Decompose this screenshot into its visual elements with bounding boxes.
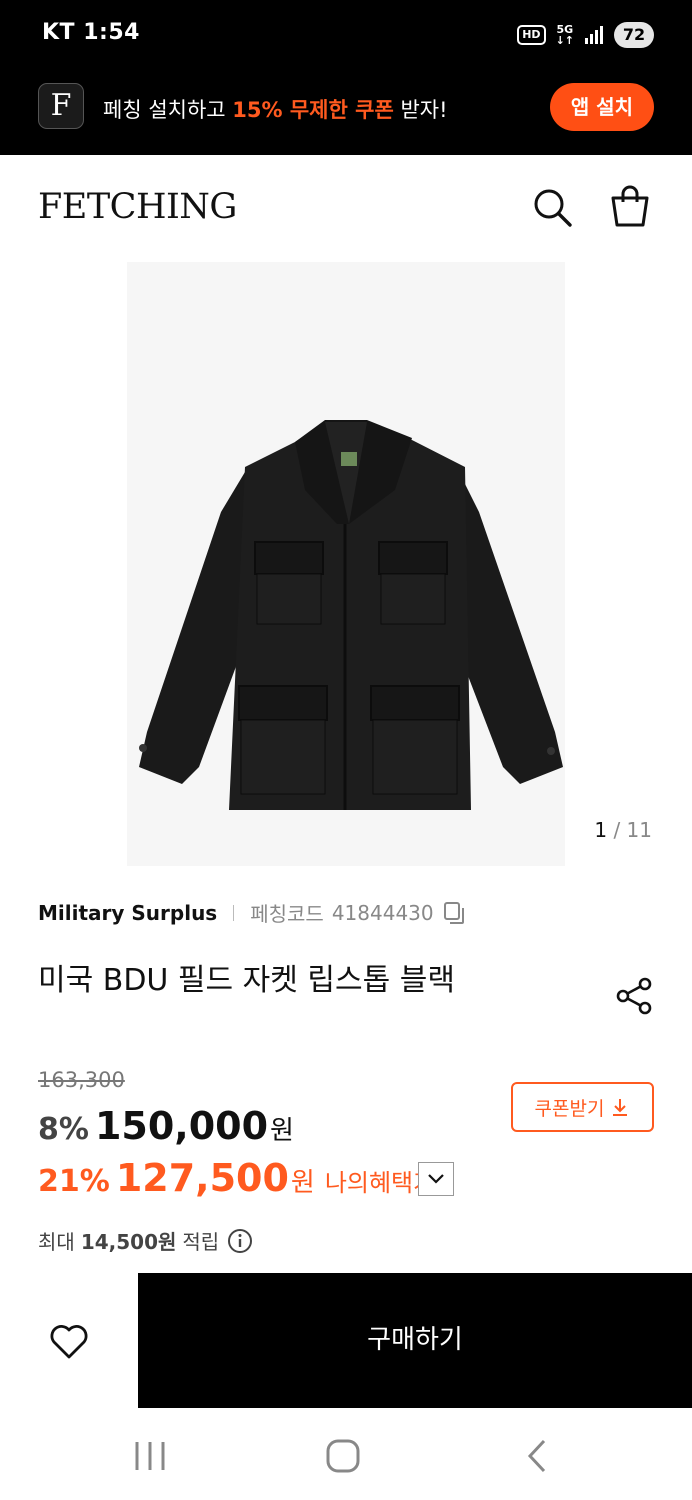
recent-apps-icon <box>135 1442 165 1470</box>
network-label: 5G <box>556 23 574 36</box>
signal-icon <box>585 26 603 44</box>
app-install-banner: F 페칭 설치하고 15% 무제한 쿠폰 받자! 앱 설치 <box>0 70 692 155</box>
search-button[interactable] <box>530 185 574 229</box>
product-code: 41844430 <box>331 900 434 925</box>
pager-separator: / <box>607 818 627 842</box>
product-meta-row: Military Surplus 페칭코드 41844430 <box>38 898 466 927</box>
sale-price: 150,000 <box>94 1104 269 1148</box>
back-icon <box>527 1439 546 1473</box>
wishlist-button[interactable] <box>40 1313 98 1371</box>
benefit-price: 127,500 <box>115 1156 289 1200</box>
points-prefix: 최대 <box>38 1230 75 1254</box>
original-price: 163,300 <box>38 1068 125 1092</box>
system-nav-bar <box>0 1408 692 1500</box>
install-app-button[interactable]: 앱 설치 <box>550 83 654 131</box>
network-5g-icon: 5G ↓↑ <box>555 23 574 47</box>
cart-button[interactable] <box>608 185 652 229</box>
promo-text-start: 페칭 설치하고 <box>103 98 233 122</box>
product-title: 미국 BDU 필드 자켓 립스톱 블랙 <box>38 963 455 998</box>
copy-icon[interactable] <box>442 901 466 925</box>
heart-icon <box>50 1325 88 1359</box>
product-code-label: 페칭코드 <box>250 902 324 926</box>
discount-rate: 8% <box>38 1112 89 1147</box>
buy-button[interactable]: 구매하기 <box>138 1273 692 1408</box>
app-logo: F <box>38 83 84 129</box>
product-image[interactable] <box>127 262 565 866</box>
hd-icon: HD <box>517 25 546 45</box>
system-icons: HD 5G ↓↑ 72 <box>517 20 654 50</box>
shopping-bag-icon <box>611 185 649 227</box>
search-icon <box>534 189 572 227</box>
pager-current: 1 <box>594 818 608 842</box>
product-brand-link[interactable]: Military Surplus <box>38 901 217 925</box>
info-icon[interactable] <box>227 1228 253 1254</box>
chevron-down-icon <box>428 1174 444 1184</box>
get-coupon-button[interactable]: 쿠폰받기 <box>511 1082 654 1132</box>
carrier-label: KT <box>42 20 76 45</box>
points-amount: 14,500원 <box>80 1230 177 1254</box>
home-icon <box>326 1439 360 1473</box>
recent-apps-button[interactable] <box>130 1438 170 1474</box>
sale-price-row: 8% 150,000 원 <box>38 1104 294 1148</box>
currency-unit: 원 <box>270 1116 294 1146</box>
home-button[interactable] <box>323 1438 363 1474</box>
jacket-body <box>139 420 563 810</box>
image-pager: 1 / 11 <box>594 818 652 842</box>
coupon-label: 쿠폰받기 <box>534 1097 605 1120</box>
share-icon <box>616 977 652 1015</box>
benefit-price-row: 21% 127,500 원 나의혜택가 <box>38 1156 435 1200</box>
promo-highlight: 15% 무제한 쿠폰 <box>232 98 394 122</box>
site-header: FETCHING <box>0 155 692 260</box>
bottom-action-bar: 구매하기 <box>0 1273 692 1408</box>
status-bar: KT 1:54 HD 5G ↓↑ 72 <box>0 0 692 70</box>
clock: 1:54 <box>83 20 140 45</box>
status-carrier-time: KT 1:54 <box>42 20 140 45</box>
points-row: 최대 14,500원 적립 <box>38 1226 253 1255</box>
back-button[interactable] <box>518 1438 558 1474</box>
promo-text: 페칭 설치하고 15% 무제한 쿠폰 받자! <box>103 94 448 124</box>
download-icon <box>613 1099 628 1116</box>
benefit-details-toggle[interactable] <box>418 1162 454 1196</box>
share-button[interactable] <box>612 974 656 1018</box>
benefit-currency-unit: 원 <box>290 1168 315 1198</box>
promo-text-end: 받자! <box>393 98 448 122</box>
battery-indicator: 72 <box>614 22 654 48</box>
pager-total: 11 <box>626 818 652 842</box>
jacket-image <box>139 420 563 810</box>
benefit-rate: 21% <box>38 1164 110 1199</box>
site-logo[interactable]: FETCHING <box>38 187 237 227</box>
meta-divider <box>233 904 235 921</box>
points-suffix: 적립 <box>182 1230 220 1254</box>
